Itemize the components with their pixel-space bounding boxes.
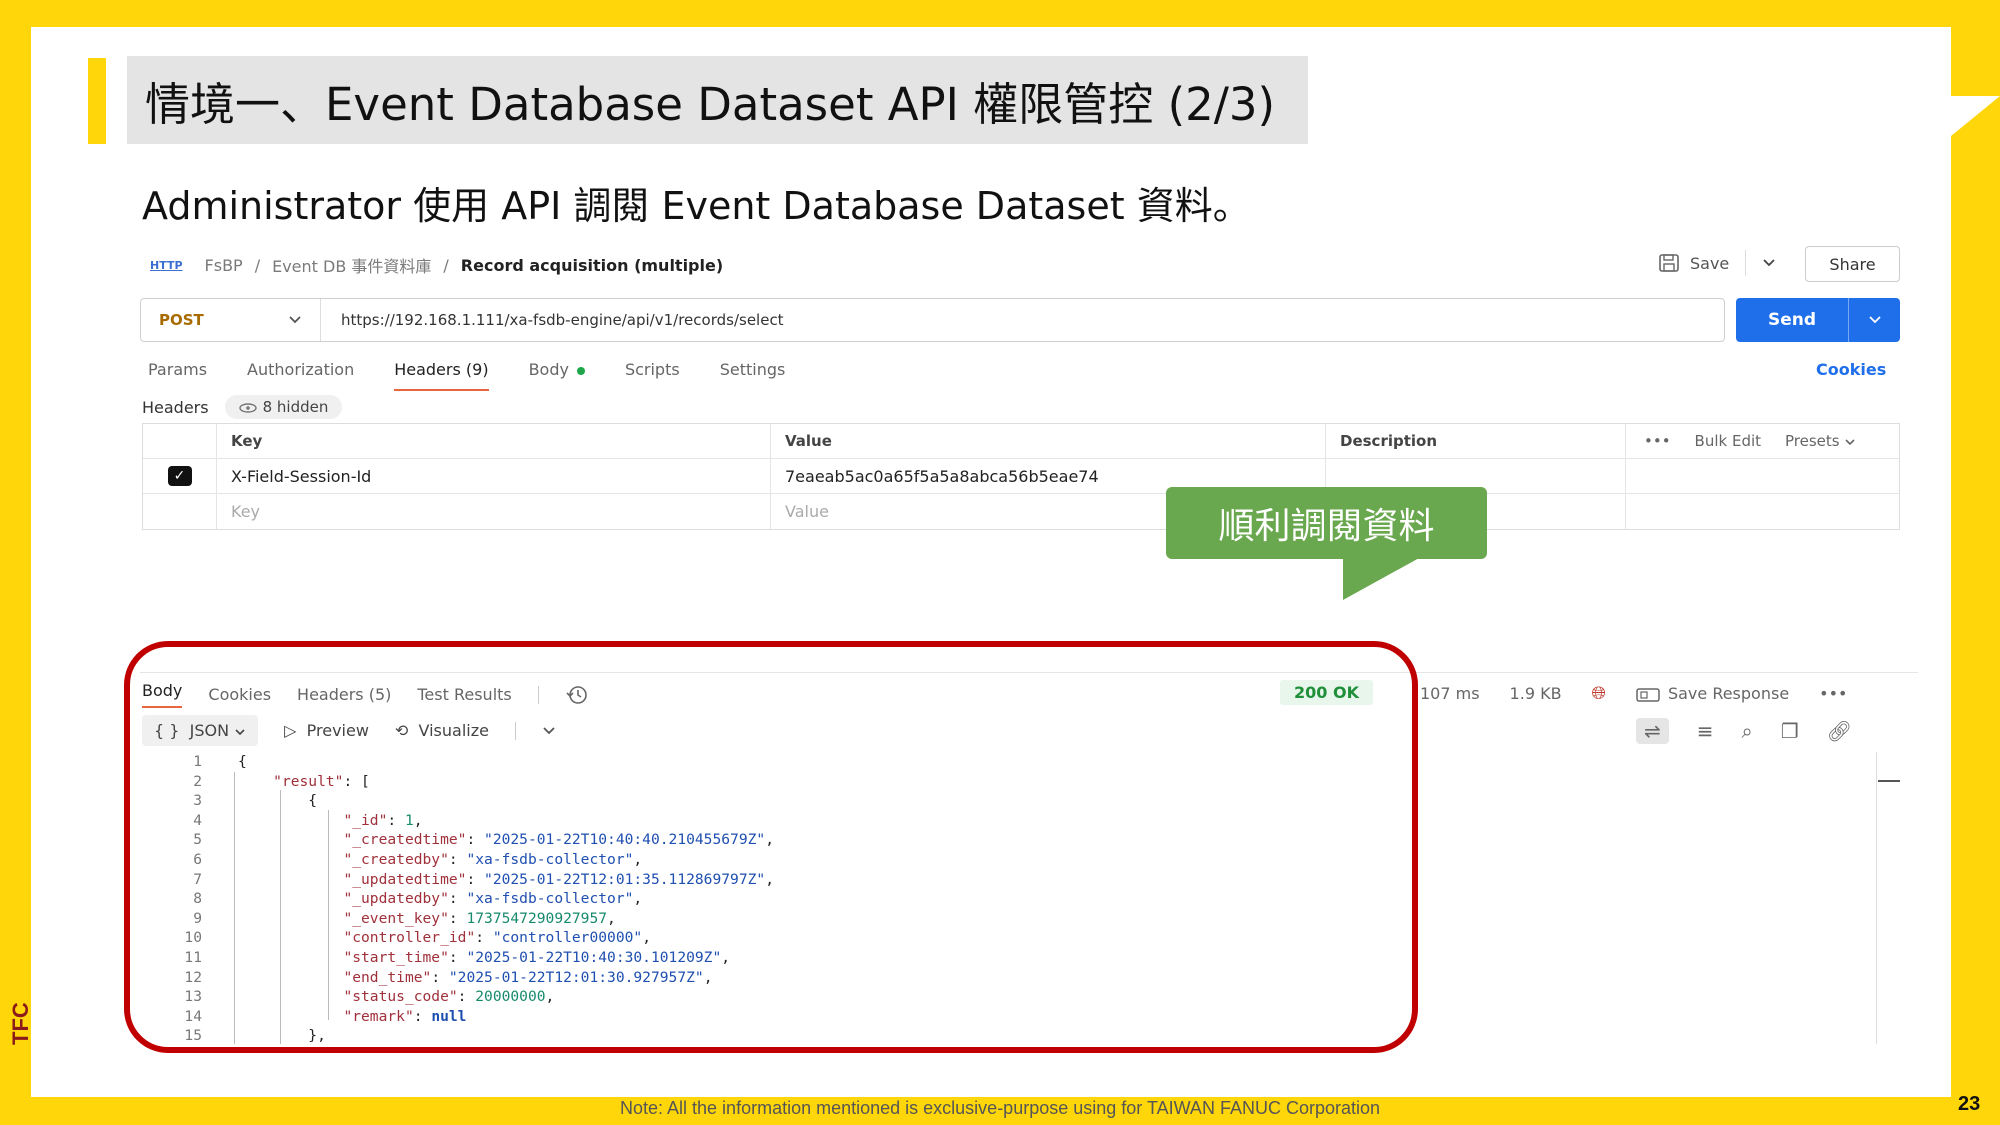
send-button[interactable]: Send — [1736, 298, 1900, 342]
chevron-down-icon — [1868, 316, 1881, 324]
column-value: Value — [771, 424, 1326, 458]
frame-corner — [1951, 96, 2000, 136]
row-spacer — [1626, 459, 1899, 493]
url-input[interactable]: https://192.168.1.111/xa-fsdb-engine/api… — [321, 311, 784, 329]
row-checkbox-empty — [143, 494, 217, 529]
request-tabs: Params Authorization Headers (9) Body Sc… — [148, 360, 785, 391]
breadcrumb-collection[interactable]: FsBP — [205, 256, 243, 275]
response-time[interactable]: 107 ms — [1420, 684, 1480, 703]
table-row-empty: Key Value — [143, 494, 1899, 529]
company-logo: TFC — [8, 1002, 33, 1045]
tab-scripts[interactable]: Scripts — [625, 360, 680, 391]
column-key: Key — [217, 424, 771, 458]
breadcrumb-request: Record acquisition (multiple) — [460, 255, 724, 275]
network-globe-icon[interactable]: 🌐︎ — [1592, 683, 1606, 704]
status-dot-icon — [576, 366, 585, 375]
response-size[interactable]: 1.9 KB — [1510, 684, 1562, 703]
more-options-icon[interactable]: ••• — [1819, 684, 1847, 703]
table-row: ✓ X-Field-Session-Id 7eaeab5ac0a65f5a5a8… — [143, 459, 1899, 494]
chevron-down-icon — [289, 316, 301, 324]
response-tools: ⇌ ≡ ⌕ ❐ 🔗︎ — [1636, 718, 1852, 744]
headers-table: Key Value Description ••• Bulk Edit Pres… — [142, 423, 1900, 530]
tab-authorization[interactable]: Authorization — [247, 360, 354, 391]
save-button[interactable]: Save — [1690, 254, 1729, 273]
row-checkbox[interactable]: ✓ — [143, 459, 217, 493]
save-icon — [1659, 254, 1679, 272]
slide-title: 情境一、Event Database Dataset API 權限管控 (2/3… — [127, 56, 1308, 144]
tab-body[interactable]: Body — [529, 360, 585, 391]
tab-params[interactable]: Params — [148, 360, 207, 391]
hidden-headers-toggle[interactable]: 8 hidden — [224, 395, 343, 419]
page-number: 23 — [1958, 1093, 1981, 1115]
highlight-frame — [124, 641, 1418, 1053]
check-icon: ✓ — [167, 466, 192, 486]
wrap-lines-icon[interactable]: ⇌ — [1636, 718, 1669, 744]
send-label: Send — [1767, 310, 1817, 330]
eye-icon — [238, 402, 257, 413]
link-icon[interactable]: 🔗︎ — [1827, 719, 1852, 743]
http-icon: HTTP — [150, 258, 183, 272]
tab-body-label: Body — [528, 360, 569, 379]
breadcrumb-folder[interactable]: Event DB 事件資料庫 — [272, 253, 431, 277]
headers-label: Headers — [142, 397, 209, 417]
callout-tail — [1343, 557, 1421, 600]
chevron-down-icon[interactable] — [1762, 258, 1776, 268]
copy-icon[interactable]: ❐ — [1781, 719, 1799, 743]
cookies-link[interactable]: Cookies — [1816, 360, 1886, 379]
chevron-down-icon — [1845, 439, 1855, 446]
method-label: POST — [159, 311, 204, 329]
tab-settings[interactable]: Settings — [720, 360, 786, 391]
presets-dropdown[interactable]: Presets — [1785, 432, 1856, 450]
filter-icon[interactable]: ≡ — [1697, 719, 1714, 743]
share-button[interactable]: Share — [1805, 246, 1900, 282]
breadcrumb-separator: / — [254, 255, 261, 275]
header-key-field[interactable]: X-Field-Session-Id — [217, 459, 771, 493]
hidden-count: 8 hidden — [262, 398, 329, 416]
method-select[interactable]: POST — [141, 299, 321, 341]
scrollbar[interactable] — [1876, 752, 1877, 1044]
search-icon[interactable]: ⌕ — [1742, 719, 1753, 743]
table-actions: ••• Bulk Edit Presets — [1626, 424, 1899, 458]
column-description: Description — [1326, 424, 1626, 458]
bulk-edit-button[interactable]: Bulk Edit — [1695, 432, 1761, 450]
breadcrumb: HTTP FsBP / Event DB 事件資料庫 / Record acqu… — [150, 253, 723, 277]
row-spacer — [1626, 494, 1899, 529]
scrollbar-thumb[interactable] — [1878, 780, 1900, 782]
tab-headers[interactable]: Headers (9) — [394, 360, 489, 391]
callout-bubble: 順利調閱資料 — [1166, 487, 1487, 559]
slide-subtitle: Administrator 使用 API 調閱 Event Database D… — [142, 184, 1251, 228]
table-header-row: Key Value Description ••• Bulk Edit Pres… — [143, 424, 1899, 459]
send-options-button[interactable] — [1848, 298, 1900, 342]
new-key-input[interactable]: Key — [217, 494, 771, 529]
more-options-icon[interactable]: ••• — [1644, 432, 1671, 450]
save-response-button[interactable]: Save Response — [1636, 684, 1789, 703]
save-response-icon — [1636, 687, 1660, 702]
breadcrumb-separator: / — [443, 255, 449, 275]
title-accent-bar — [88, 58, 106, 144]
headers-section-header: Headers 8 hidden — [142, 395, 343, 419]
footnote: Note: All the information mentioned is e… — [620, 1098, 1380, 1118]
divider — [1745, 250, 1747, 276]
save-response-label: Save Response — [1667, 684, 1790, 703]
checkbox-column — [143, 424, 217, 458]
slide-frame-right — [1951, 0, 2000, 1125]
response-meta: 107 ms 1.9 KB 🌐︎ Save Response ••• — [1420, 683, 1847, 704]
url-bar: POST https://192.168.1.111/xa-fsdb-engin… — [140, 298, 1725, 342]
presets-label: Presets — [1785, 432, 1840, 450]
save-control[interactable]: Save — [1658, 250, 1776, 276]
